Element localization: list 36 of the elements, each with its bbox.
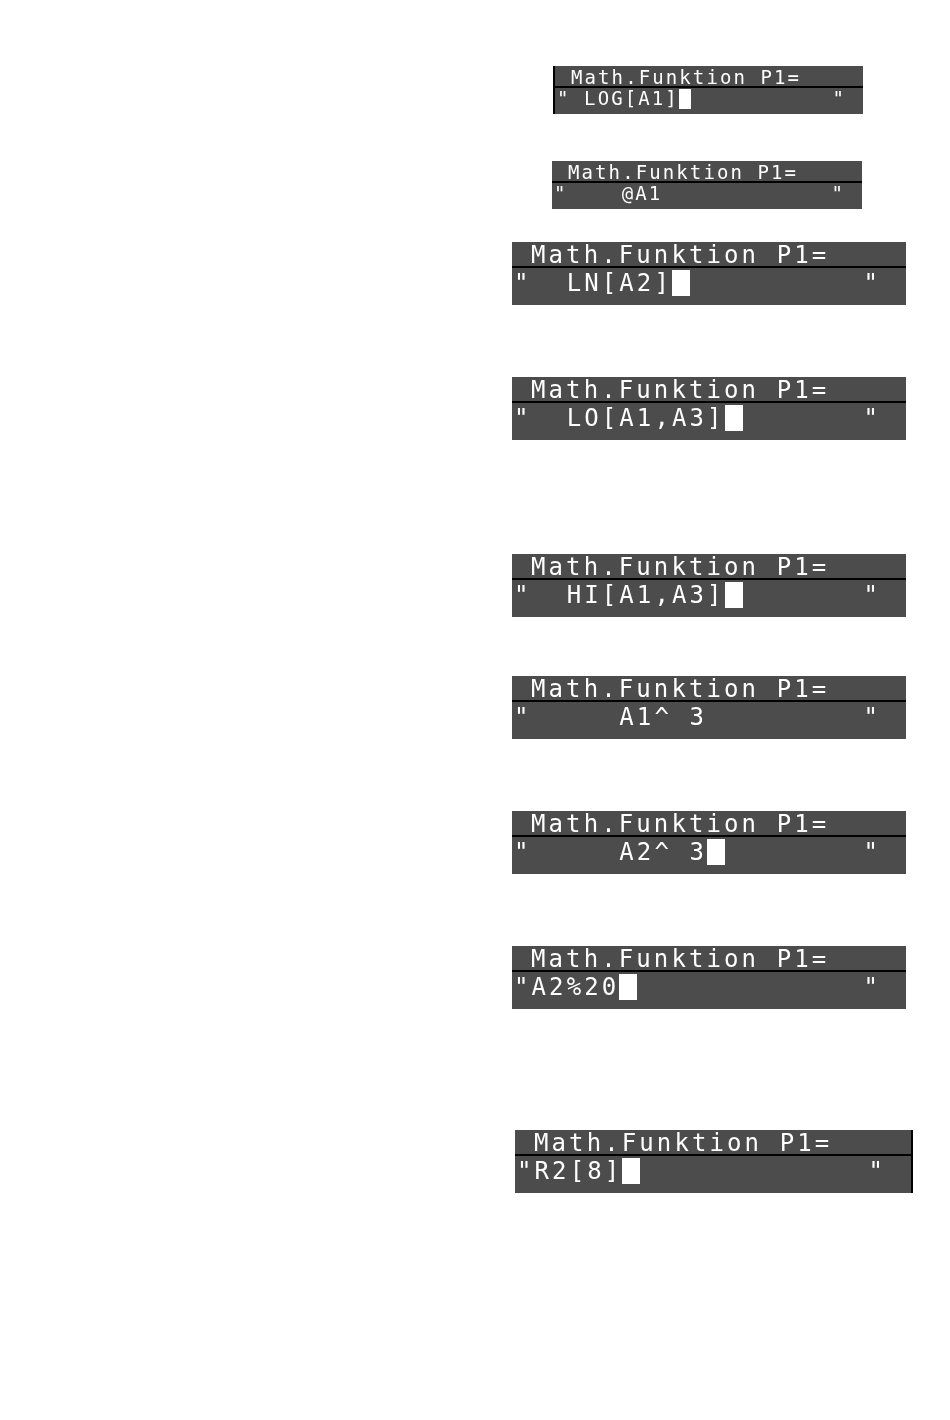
formula-text: R2[8] <box>534 1159 623 1183</box>
quote-mark: " <box>863 583 881 607</box>
quote-mark: " <box>863 406 881 430</box>
display-title: Math.Funktion P1= <box>571 68 802 86</box>
quote-mark: " <box>863 271 881 295</box>
display-title: Math.Funktion P1= <box>531 379 830 401</box>
display-title: Math.Funktion P1= <box>531 813 830 835</box>
quote-mark: " <box>514 705 532 729</box>
quote-mark: " <box>514 583 532 607</box>
quote-mark: " <box>554 184 568 203</box>
quote-mark: " <box>863 975 881 999</box>
quote-mark: " <box>517 1159 535 1183</box>
display-title: Math.Funktion P1= <box>531 556 830 578</box>
quote-mark: " <box>514 840 532 864</box>
formula-text: HI[A1,A3] <box>566 583 725 607</box>
formula-text: A1^ 3 <box>619 705 708 729</box>
quote-mark: " <box>514 271 532 295</box>
formula-text: A2%20 <box>531 975 620 999</box>
quote-mark: " <box>863 840 881 864</box>
quote-mark: " <box>557 89 571 108</box>
display-title: Math.Funktion P1= <box>534 1132 833 1154</box>
quote-mark: " <box>868 1159 886 1183</box>
display-title: Math.Funktion P1= <box>531 678 830 700</box>
display-title: Math.Funktion P1= <box>568 163 799 181</box>
quote-mark: " <box>831 184 845 203</box>
formula-text: A2^ 3 <box>619 840 708 864</box>
quote-mark: " <box>514 975 532 999</box>
display-title: Math.Funktion P1= <box>531 948 830 970</box>
formula-text: LO[A1,A3] <box>566 406 725 430</box>
formula-text: LOG[A1] <box>584 89 679 108</box>
display-title: Math.Funktion P1= <box>531 244 830 266</box>
formula-text: LN[A2] <box>566 271 672 295</box>
quote-mark: " <box>863 705 881 729</box>
quote-mark: " <box>514 406 532 430</box>
formula-text: @A1 <box>621 184 663 203</box>
quote-mark: " <box>832 89 846 108</box>
